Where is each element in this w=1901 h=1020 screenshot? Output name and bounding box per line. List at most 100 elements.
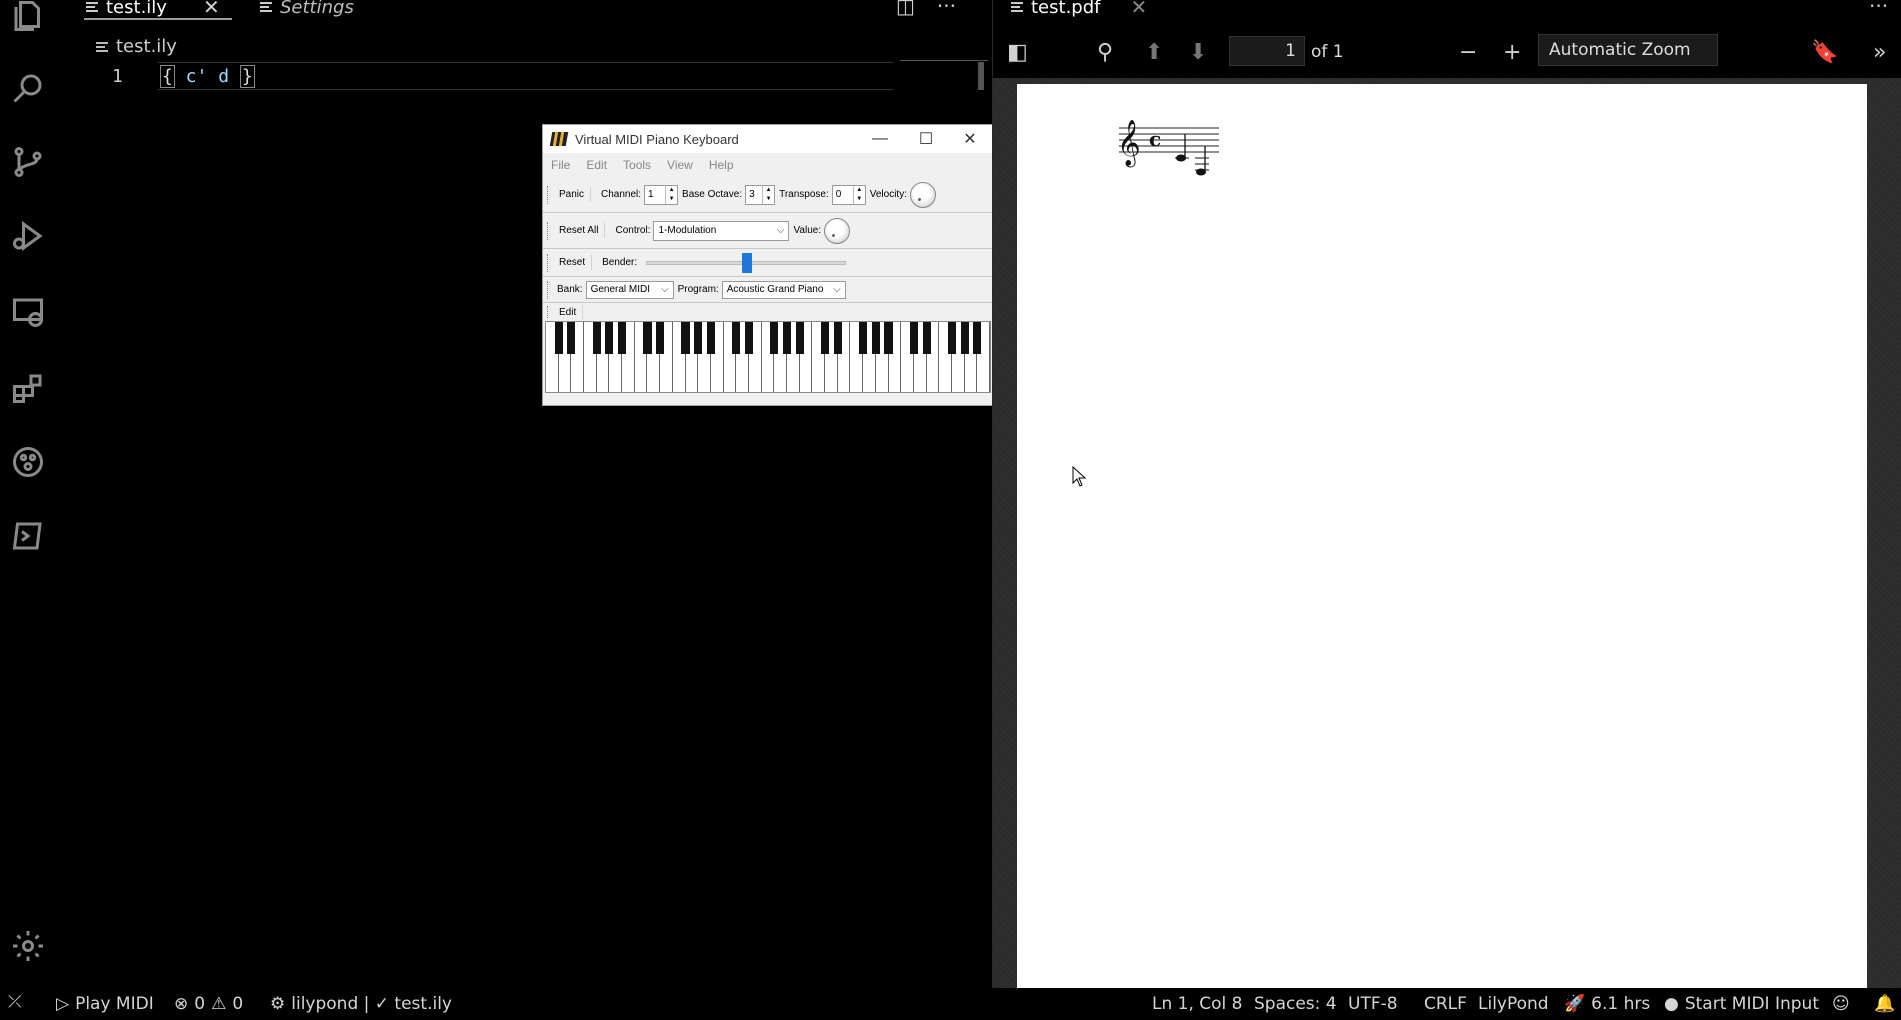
black-key[interactable] xyxy=(833,322,842,354)
gear-icon[interactable] xyxy=(8,926,48,966)
black-key[interactable] xyxy=(694,322,703,354)
search-icon[interactable] xyxy=(8,68,48,108)
language-mode[interactable]: LilyPond xyxy=(1478,994,1549,1014)
black-key[interactable] xyxy=(960,322,969,354)
find-icon[interactable]: ⚲ xyxy=(1097,40,1113,65)
vmpk-titlebar[interactable]: Virtual MIDI Piano Keyboard — ☐ ✕ xyxy=(543,125,993,153)
encoding[interactable]: UTF-8 xyxy=(1348,994,1398,1014)
remote-status-icon[interactable]: ⤫ xyxy=(8,992,22,1012)
current-line-highlight[interactable] xyxy=(158,62,894,90)
zoom-select[interactable]: Automatic Zoom xyxy=(1538,34,1718,66)
lilypond-status[interactable]: ⚙ lilypond | ✓ test.ily xyxy=(270,994,452,1014)
black-key[interactable] xyxy=(795,322,804,354)
menu-edit[interactable]: Edit xyxy=(586,158,607,172)
toolbar-grip[interactable] xyxy=(547,280,553,299)
breadcrumb[interactable]: test.ily xyxy=(96,36,177,57)
black-key[interactable] xyxy=(782,322,792,354)
menu-view[interactable]: View xyxy=(667,158,693,172)
close-icon[interactable]: ✕ xyxy=(947,127,993,151)
black-key[interactable] xyxy=(656,322,665,354)
page-number-input[interactable]: 1 xyxy=(1229,36,1305,66)
black-key[interactable] xyxy=(909,322,918,354)
black-key[interactable] xyxy=(605,322,614,354)
more-actions-icon[interactable]: ··· xyxy=(937,0,956,18)
black-key[interactable] xyxy=(681,322,690,354)
more-actions-icon[interactable]: ··· xyxy=(1869,0,1888,18)
code-line-1[interactable]: { c' d } xyxy=(160,65,255,88)
reset-button[interactable]: Reset xyxy=(553,255,593,270)
indentation[interactable]: Spaces: 4 xyxy=(1254,994,1337,1014)
zoom-out-icon[interactable]: − xyxy=(1459,40,1477,65)
black-key[interactable] xyxy=(973,322,982,354)
piano-keyboard[interactable] xyxy=(545,321,991,393)
black-key[interactable] xyxy=(554,322,563,354)
next-page-icon[interactable]: ⬇ xyxy=(1189,40,1207,65)
menu-file[interactable]: File xyxy=(551,158,570,172)
play-midi-button[interactable]: ▷ Play MIDI xyxy=(56,994,154,1014)
black-key[interactable] xyxy=(567,322,576,354)
time-tracker[interactable]: 🚀 6.1 hrs xyxy=(1564,994,1650,1014)
tab-test-pdf[interactable]: test.pdf ✕ xyxy=(1011,0,1147,19)
menu-help[interactable]: Help xyxy=(709,158,734,172)
problems-indicator[interactable]: ⊗ 0 ⚠ 0 xyxy=(174,994,243,1014)
terminal-icon[interactable] xyxy=(8,516,48,556)
black-key[interactable] xyxy=(884,322,893,354)
paw-icon[interactable] xyxy=(8,442,48,482)
program-combobox[interactable]: Acoustic Grand Piano ⌵ xyxy=(721,280,846,299)
pdf-viewer[interactable]: 𝄞 c xyxy=(993,78,1901,996)
black-key[interactable] xyxy=(618,322,627,354)
base-octave-spinbox[interactable]: 3 ▲ ▼ xyxy=(745,184,776,205)
black-key[interactable] xyxy=(643,322,652,354)
spin-arrows-icon[interactable]: ▲ ▼ xyxy=(665,185,677,204)
notifications-bell-icon[interactable]: 🔔 xyxy=(1874,994,1895,1014)
transpose-spinbox[interactable]: 0 ▲ ▼ xyxy=(831,184,866,205)
bender-slider[interactable] xyxy=(646,252,847,273)
start-midi-input-button[interactable]: ● Start MIDI Input xyxy=(1664,994,1819,1014)
minimap[interactable] xyxy=(900,60,988,61)
bookmark-icon[interactable]: 🔖 xyxy=(1811,40,1838,65)
sidebar-toggle-icon[interactable]: ◧ xyxy=(1007,40,1028,65)
vertical-scrollbar[interactable] xyxy=(978,62,984,90)
spin-arrows-icon[interactable]: ▲ ▼ xyxy=(852,185,865,204)
remote-explorer-icon[interactable] xyxy=(8,292,48,332)
black-key[interactable] xyxy=(744,322,754,354)
black-key[interactable] xyxy=(922,322,931,354)
tools-menu-icon[interactable]: » xyxy=(1873,40,1886,65)
black-key[interactable] xyxy=(770,322,779,354)
black-key[interactable] xyxy=(871,322,880,354)
run-debug-icon[interactable] xyxy=(8,216,48,256)
explorer-files-icon[interactable] xyxy=(8,0,48,36)
zoom-in-icon[interactable]: + xyxy=(1503,40,1521,65)
velocity-knob[interactable] xyxy=(909,181,936,208)
black-key[interactable] xyxy=(859,322,868,354)
bank-combobox[interactable]: General MIDI ⌵ xyxy=(585,280,674,299)
tab-test-ily[interactable]: test.ily ✕ xyxy=(86,0,220,19)
reset-all-button[interactable]: Reset All xyxy=(553,223,606,238)
edit-button[interactable]: Edit xyxy=(553,304,584,320)
black-key[interactable] xyxy=(947,322,956,354)
menu-tools[interactable]: Tools xyxy=(623,158,651,172)
channel-spinbox[interactable]: 1 ▲ ▼ xyxy=(644,184,679,205)
panic-button[interactable]: Panic xyxy=(553,187,592,202)
black-key[interactable] xyxy=(732,322,741,354)
close-icon[interactable]: ✕ xyxy=(203,0,220,19)
source-control-icon[interactable] xyxy=(8,142,48,182)
feedback-icon[interactable]: ☺ xyxy=(1832,994,1850,1014)
value-knob[interactable] xyxy=(824,217,851,244)
black-key[interactable] xyxy=(592,322,601,354)
black-key[interactable] xyxy=(821,322,830,354)
program-value: Acoustic Grand Piano xyxy=(726,284,824,295)
black-key[interactable] xyxy=(706,322,715,354)
tab-settings[interactable]: Settings xyxy=(260,0,354,18)
cursor-position[interactable]: Ln 1, Col 8 xyxy=(1152,994,1243,1014)
previous-page-icon[interactable]: ⬆ xyxy=(1145,40,1163,65)
spin-arrows-icon[interactable]: ▲ ▼ xyxy=(762,185,774,204)
minimize-icon[interactable]: — xyxy=(857,127,903,151)
bender-slider-thumb[interactable] xyxy=(742,252,753,273)
close-icon[interactable]: ✕ xyxy=(1130,0,1147,19)
maximize-icon[interactable]: ☐ xyxy=(903,127,949,151)
control-combobox[interactable]: 1-Modulation ⌵ xyxy=(653,220,790,241)
split-editor-icon[interactable]: ◫ xyxy=(896,0,915,18)
end-of-line[interactable]: CRLF xyxy=(1424,994,1467,1014)
extensions-icon[interactable] xyxy=(8,368,48,408)
